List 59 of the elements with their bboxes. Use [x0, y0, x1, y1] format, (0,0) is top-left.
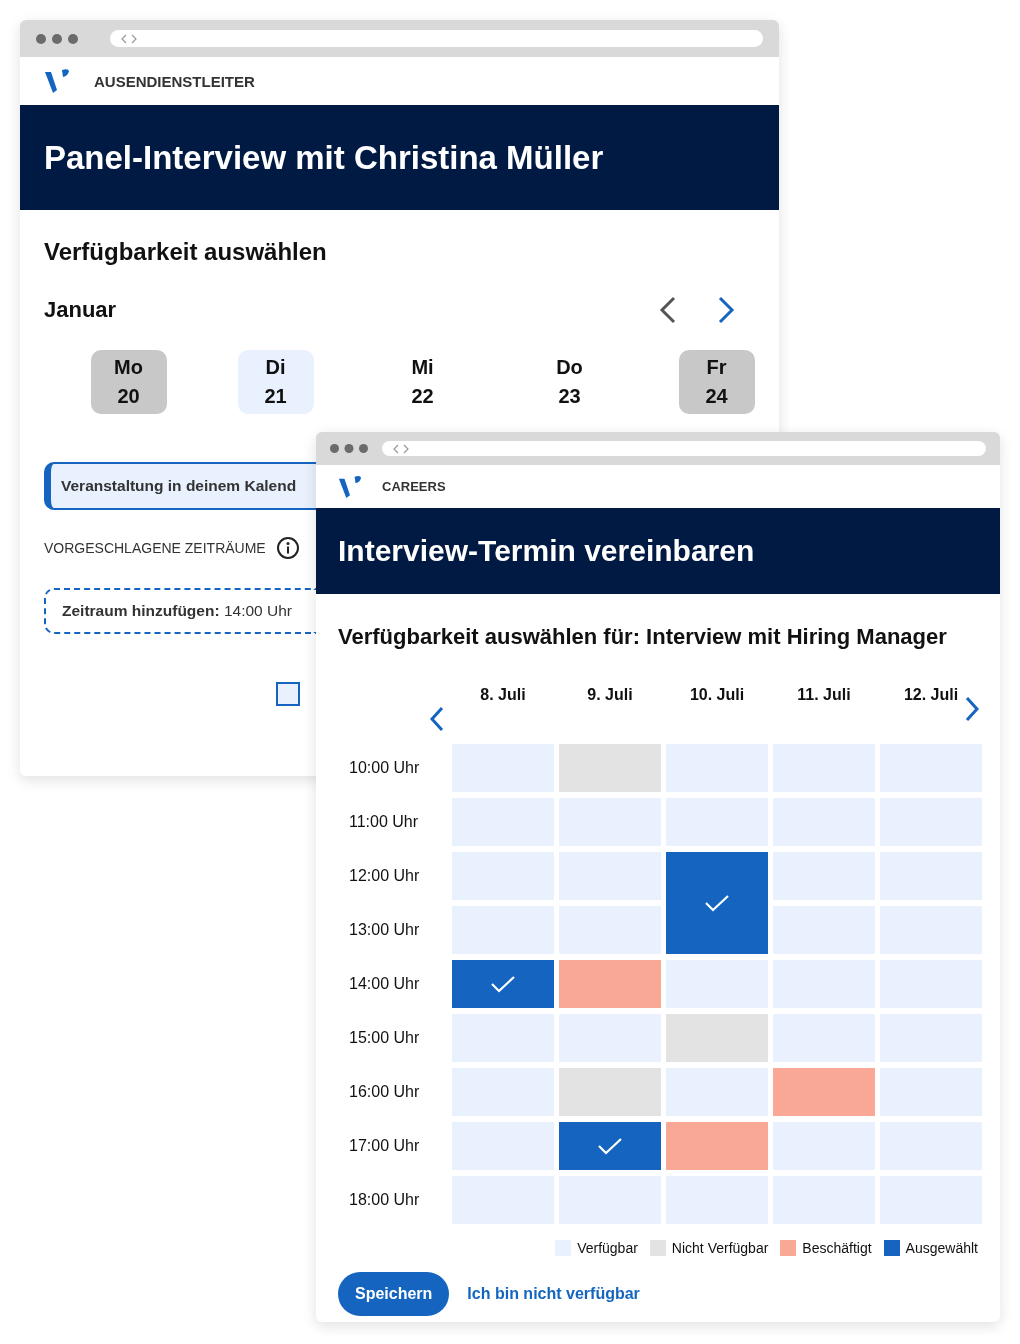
page-title: Panel-Interview mit Christina Müller: [44, 138, 604, 177]
check-icon: [490, 975, 516, 993]
window-controls-icon: [330, 444, 368, 453]
decline-link[interactable]: Ich bin nicht verfügbar: [467, 1285, 640, 1303]
check-icon: [704, 894, 730, 912]
time-slot[interactable]: [666, 1014, 768, 1062]
time-slot[interactable]: [559, 960, 661, 1008]
suggested-label: VORGESCHLAGENE ZEITRÄUME: [44, 540, 266, 556]
page-title: Interview-Termin vereinbaren: [338, 534, 755, 568]
day-chip[interactable]: Do 23: [531, 350, 608, 414]
day-header: 11. Juli: [796, 685, 852, 704]
code-icon: [120, 33, 138, 44]
day-header: 8. Juli: [479, 685, 527, 704]
save-button[interactable]: Speichern: [338, 1272, 450, 1316]
address-bar[interactable]: [110, 30, 763, 47]
address-bar[interactable]: [382, 441, 986, 456]
time-label: 14:00 Uhr: [348, 975, 421, 993]
brand-name: AUSENDIENSTLEITER: [94, 72, 255, 90]
time-label: 11:00 Uhr: [348, 813, 420, 831]
day-chip[interactable]: Di 21: [237, 350, 314, 414]
check-icon: [597, 1137, 623, 1155]
legend-label: Nicht Verfügbar: [671, 1240, 769, 1256]
time-label: 13:00 Uhr: [348, 921, 421, 939]
time-slot[interactable]: [666, 1122, 768, 1170]
code-icon: [392, 443, 410, 454]
time-slot[interactable]: [559, 1122, 661, 1170]
calendar-event: Veranstaltung in deinem Kalend: [44, 462, 316, 510]
section-heading: Verfügbarkeit auswählen: [44, 238, 328, 266]
month-label: Januar: [44, 297, 117, 323]
time-label: 18:00 Uhr: [348, 1191, 421, 1209]
time-label: 10:00 Uhr: [348, 759, 421, 777]
time-slot[interactable]: [559, 744, 661, 792]
time-label: 15:00 Uhr: [348, 1029, 421, 1047]
time-label: 16:00 Uhr: [348, 1083, 421, 1101]
day-header: 10. Juli: [688, 685, 746, 704]
day-header: 9. Juli: [586, 685, 634, 704]
legend-label: Ausgewählt: [905, 1240, 978, 1256]
chevron-right-icon[interactable]: [717, 296, 735, 324]
time-slot[interactable]: [559, 1068, 661, 1116]
info-icon[interactable]: [275, 536, 300, 560]
legend-label: Verfügbar: [577, 1240, 638, 1256]
time-label: 12:00 Uhr: [348, 867, 421, 885]
time-slot[interactable]: [773, 1068, 875, 1116]
section-heading: Verfügbarkeit auswählen für: Interview mit Hiring Manager: [338, 624, 948, 650]
brand-name: CAREERS: [382, 479, 446, 494]
legend-label: Beschäftigt: [802, 1240, 872, 1256]
day-chip[interactable]: Mo 20: [90, 350, 167, 414]
time-slot[interactable]: [452, 960, 554, 1008]
day-chip[interactable]: Fr 24: [678, 350, 755, 414]
logo-icon: [338, 474, 362, 499]
chevron-right-icon[interactable]: [964, 696, 980, 722]
window-controls-icon: [36, 33, 78, 44]
checkbox[interactable]: [276, 682, 300, 706]
day-header: 12. Juli: [902, 685, 960, 704]
time-slot[interactable]: [666, 852, 768, 954]
chevron-left-icon[interactable]: [429, 706, 445, 732]
time-label: 17:00 Uhr: [348, 1137, 421, 1155]
day-chip[interactable]: Mi 22: [384, 350, 461, 414]
logo-icon: [44, 68, 70, 94]
